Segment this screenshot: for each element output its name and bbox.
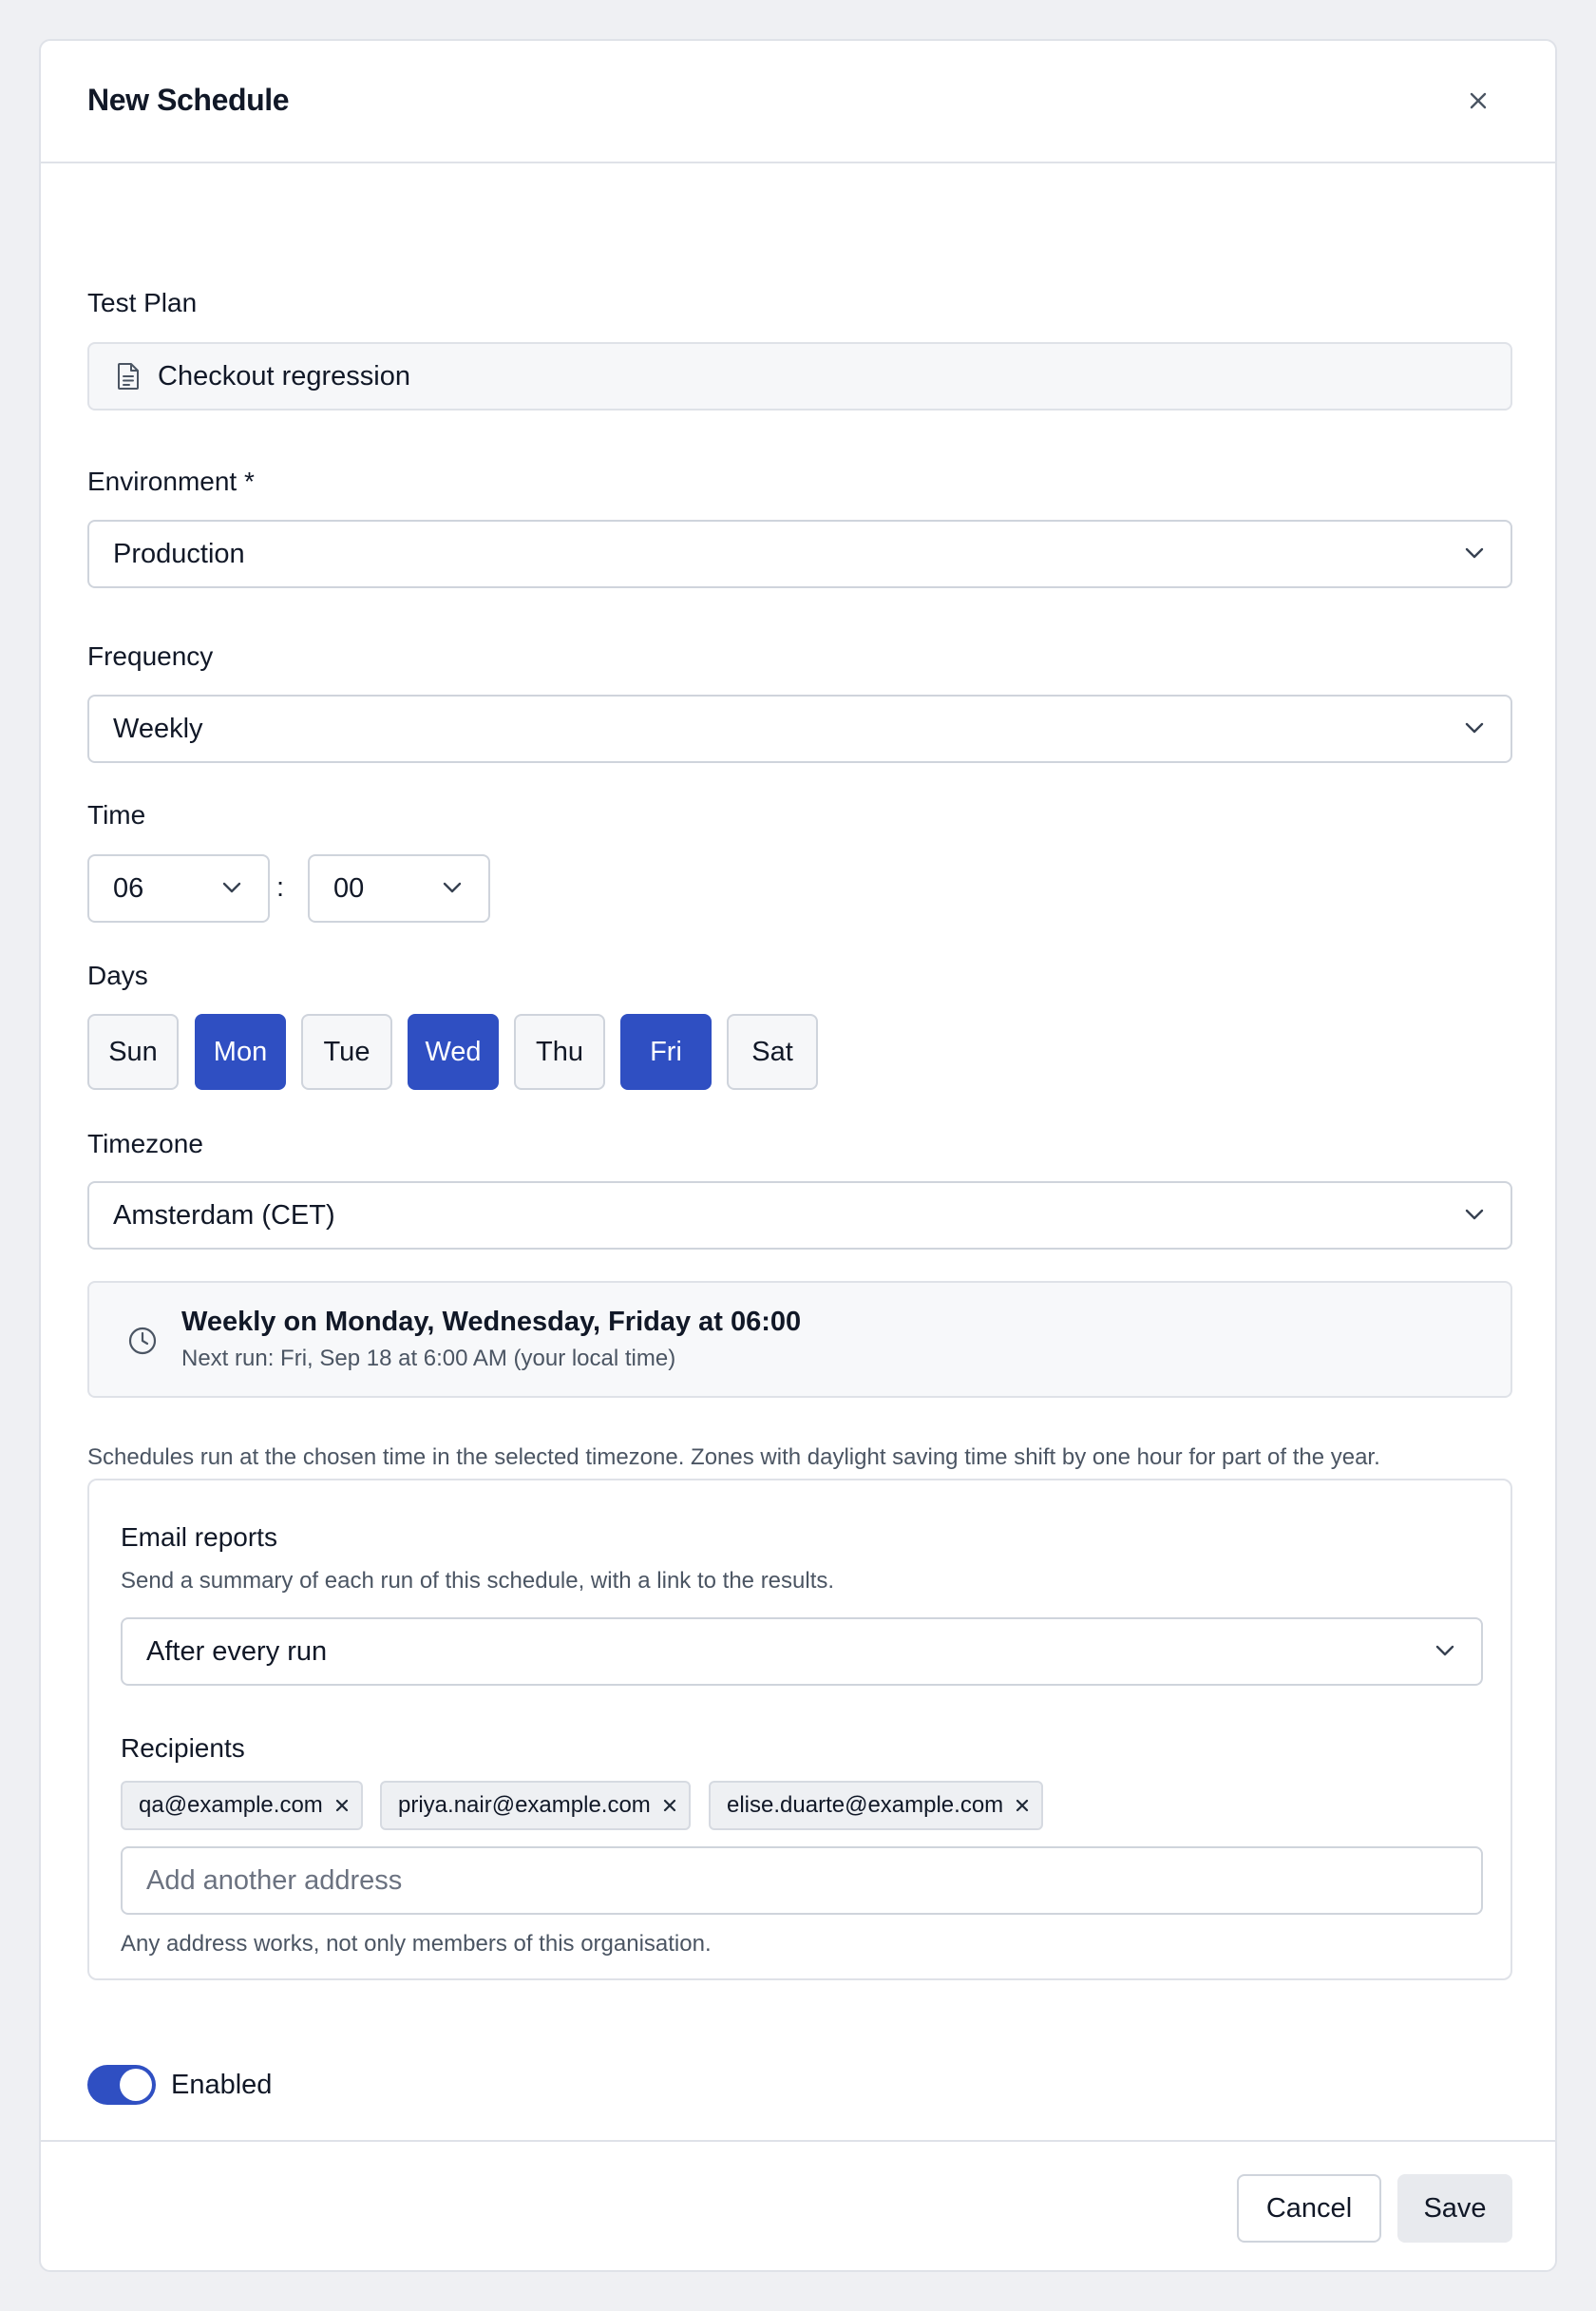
day-fri[interactable]: Fri [620, 1014, 712, 1090]
chevron-down-icon [1465, 547, 1484, 559]
chevron-down-icon [1465, 1209, 1484, 1220]
frequency-select[interactable]: Weekly [87, 695, 1512, 763]
email-frequency-value: After every run [146, 1635, 328, 1667]
close-icon [1470, 92, 1487, 109]
dialog-title: New Schedule [87, 83, 290, 117]
recipient-email: elise.duarte@example.com [727, 1792, 1004, 1818]
chevron-down-icon [443, 882, 462, 893]
dialog-footer: Cancel Save [41, 2140, 1555, 2270]
days-label: Days [87, 961, 148, 990]
recipient-chip: qa@example.com [121, 1781, 363, 1830]
new-schedule-dialog: New Schedule Test Plan Checkout regressi… [39, 39, 1557, 2272]
recipient-chip: elise.duarte@example.com [709, 1781, 1044, 1830]
chevron-down-icon [1435, 1645, 1454, 1656]
timezone-select[interactable]: Amsterdam (CET) [87, 1181, 1512, 1250]
enabled-toggle[interactable] [87, 2065, 156, 2105]
minute-value: 00 [333, 872, 365, 904]
summary-text: Weekly on Monday, Wednesday, Friday at 0… [181, 1307, 802, 1337]
email-reports-title: Email reports [121, 1522, 277, 1552]
clock-icon [128, 1327, 157, 1355]
remove-recipient-button[interactable] [334, 1798, 350, 1813]
hour-value: 06 [113, 872, 144, 904]
recipient-chips: qa@example.com priya.nair@example.com el… [121, 1781, 1483, 1830]
toggle-knob [120, 2069, 152, 2101]
save-button[interactable]: Save [1397, 2174, 1512, 2243]
environment-label: Environment * [87, 467, 255, 496]
close-icon [1016, 1799, 1029, 1812]
environment-value: Production [113, 538, 245, 569]
close-button[interactable] [1456, 79, 1500, 123]
time-label: Time [87, 800, 146, 830]
recipients-hint: Any address works, not only members of t… [121, 1931, 712, 1957]
test-plan-label: Test Plan [87, 288, 198, 317]
dialog-header: New Schedule [41, 41, 1555, 163]
recipient-chip: priya.nair@example.com [380, 1781, 691, 1830]
email-frequency-select[interactable]: After every run [121, 1617, 1483, 1686]
frequency-label: Frequency [87, 641, 214, 671]
email-reports-description: Send a summary of each run of this sched… [121, 1568, 835, 1594]
recipient-email: priya.nair@example.com [398, 1792, 651, 1818]
timezone-value: Amsterdam (CET) [113, 1199, 335, 1231]
day-thu[interactable]: Thu [514, 1014, 605, 1090]
timezone-label: Timezone [87, 1129, 203, 1158]
chevron-down-icon [222, 882, 241, 893]
email-reports-card: Email reports Send a summary of each run… [87, 1479, 1512, 1980]
days-selector: Sun Mon Tue Wed Thu Fri Sat [87, 1014, 847, 1090]
recipients-label: Recipients [121, 1733, 245, 1763]
environment-select[interactable]: Production [87, 520, 1512, 588]
day-sun[interactable]: Sun [87, 1014, 179, 1090]
minute-select[interactable]: 00 [308, 854, 490, 923]
close-icon [335, 1799, 348, 1812]
test-plan-field: Checkout regression [87, 342, 1512, 411]
remove-recipient-button[interactable] [1015, 1798, 1030, 1813]
document-icon [118, 363, 139, 390]
next-run-text: Next run: Fri, Sep 18 at 6:00 AM (your l… [181, 1346, 676, 1371]
day-wed[interactable]: Wed [408, 1014, 499, 1090]
frequency-value: Weekly [113, 713, 203, 744]
chevron-down-icon [1465, 722, 1484, 734]
hour-select[interactable]: 06 [87, 854, 270, 923]
enabled-label: Enabled [171, 2070, 273, 2100]
timezone-hint: Schedules run at the chosen time in the … [87, 1444, 1380, 1470]
cancel-button[interactable]: Cancel [1237, 2174, 1381, 2243]
recipient-email: qa@example.com [139, 1792, 323, 1818]
day-sat[interactable]: Sat [727, 1014, 818, 1090]
day-tue[interactable]: Tue [301, 1014, 392, 1090]
remove-recipient-button[interactable] [662, 1798, 677, 1813]
close-icon [663, 1799, 675, 1812]
day-mon[interactable]: Mon [195, 1014, 286, 1090]
test-plan-value: Checkout regression [158, 360, 410, 392]
schedule-summary: Weekly on Monday, Wednesday, Friday at 0… [87, 1281, 1512, 1398]
time-separator: : [276, 872, 285, 903]
add-recipient-input[interactable] [121, 1846, 1483, 1915]
